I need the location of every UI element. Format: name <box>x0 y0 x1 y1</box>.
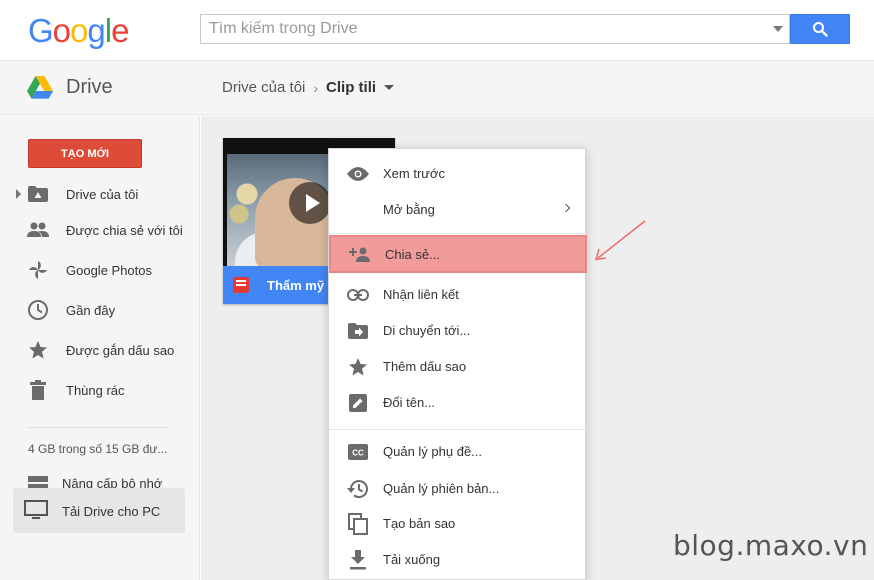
svg-text:CC: CC <box>352 449 364 458</box>
google-logo[interactable]: Google <box>28 12 129 50</box>
pencil-icon <box>347 392 369 414</box>
logo-letter: e <box>111 12 129 49</box>
sidebar-item-my-drive[interactable]: Drive của tôi <box>0 177 200 211</box>
menu-item-label: Tải xuống <box>383 552 441 567</box>
menu-item-rename[interactable]: Đổi tên... <box>329 385 587 421</box>
video-file-icon <box>233 277 249 293</box>
new-button[interactable]: TẠO MỚI <box>28 139 142 168</box>
drive-logo-icon[interactable] <box>27 76 53 104</box>
download-icon <box>347 549 369 571</box>
menu-item-make-copy[interactable]: Tạo bản sao <box>329 506 587 542</box>
breadcrumb-item-root[interactable]: Drive của tôi <box>222 79 305 96</box>
menu-item-label: Di chuyển tới... <box>383 323 471 338</box>
menu-item-manage-versions[interactable]: Quản lý phiên bản... <box>329 471 587 507</box>
sidebar-item-starred[interactable]: Được gắn dấu sao <box>0 333 200 367</box>
file-name: Thẩm mỹ v <box>267 278 335 293</box>
breadcrumb-item-current[interactable]: Clip tili <box>326 79 376 96</box>
sidebar-item-google-photos[interactable]: Google Photos <box>0 253 200 287</box>
storage-usage: 4 GB trong số 15 GB đư... <box>28 442 168 456</box>
menu-item-open-with[interactable]: Mở bằng <box>329 192 587 228</box>
sidebar-item-shared-with-me[interactable]: Được chia sẻ với tôi <box>0 213 200 247</box>
logo-letter: o <box>52 12 71 49</box>
sidebar-item-label: Google Photos <box>66 262 153 278</box>
cc-icon: CC <box>347 441 369 463</box>
search-options-chevron-down-icon[interactable] <box>773 26 783 32</box>
top-bar: Google <box>0 0 874 60</box>
drive-folder-icon <box>27 183 49 205</box>
sidebar-item-label: Drive của tôi <box>66 186 139 202</box>
logo-letter: G <box>28 12 54 49</box>
folder-menu-chevron-down-icon[interactable] <box>384 85 395 90</box>
menu-item-preview[interactable]: Xem trước <box>329 156 587 192</box>
move-folder-icon <box>347 320 369 342</box>
link-icon <box>347 284 369 306</box>
download-drive-label: Tải Drive cho PC <box>62 504 161 519</box>
menu-item-download[interactable]: Tải xuống <box>329 542 587 578</box>
chevron-right-icon: › <box>313 79 319 96</box>
expand-arrow-icon[interactable] <box>16 189 21 199</box>
annotation-arrow-icon <box>594 220 646 261</box>
menu-item-label: Đổi tên... <box>383 395 436 410</box>
sidebar-item-trash[interactable]: Thùng rác <box>0 373 200 407</box>
sidebar-item-label: Thùng rác <box>66 382 125 398</box>
menu-item-get-link[interactable]: Nhận liên kết <box>329 277 587 313</box>
menu-item-share[interactable]: Chia sẻ... <box>329 235 587 273</box>
drive-header: Drive Drive của tôi › Clip tili <box>0 60 874 115</box>
watermark: blog.maxo.vn <box>673 529 869 562</box>
menu-item-label: Tạo bản sao <box>383 516 456 531</box>
monitor-icon <box>24 500 48 519</box>
logo-letter: g <box>87 12 105 49</box>
chevron-right-icon <box>561 203 571 213</box>
context-menu: Xem trước Mở bằng Chia sẻ... Nhận liên k… <box>328 148 587 580</box>
star-icon <box>27 339 49 361</box>
menu-item-manage-captions[interactable]: CC Quản lý phụ đề... <box>329 434 587 470</box>
menu-item-label: Quản lý phụ đề... <box>383 444 483 459</box>
menu-divider <box>329 429 587 430</box>
sidebar: TẠO MỚI Drive của tôi Được chia sẻ với t… <box>0 116 200 580</box>
clock-icon <box>27 299 49 321</box>
photos-pinwheel-icon <box>27 259 49 281</box>
menu-item-label: Mở bằng <box>383 202 435 217</box>
sidebar-item-label: Được chia sẻ với tôi <box>66 222 183 238</box>
menu-item-label: Chia sẻ... <box>385 247 440 262</box>
menu-item-label: Quản lý phiên bản... <box>383 481 500 496</box>
trash-icon <box>27 379 49 401</box>
logo-letter: o <box>70 12 88 49</box>
search-icon <box>813 22 828 37</box>
sidebar-item-label: Được gắn dấu sao <box>66 342 175 358</box>
sidebar-item-label: Gần đây <box>66 302 116 318</box>
menu-item-move-to[interactable]: Di chuyển tới... <box>329 313 587 349</box>
history-icon <box>347 478 369 500</box>
people-icon <box>27 219 49 241</box>
play-icon[interactable] <box>289 182 331 224</box>
menu-item-label: Xem trước <box>383 166 446 181</box>
breadcrumb: Drive của tôi › Clip tili <box>222 79 395 96</box>
menu-item-label: Thêm dấu sao <box>383 359 467 374</box>
menu-item-label: Nhận liên kết <box>383 287 459 302</box>
star-icon <box>347 356 369 378</box>
menu-divider <box>329 233 587 234</box>
menu-item-add-star[interactable]: Thêm dấu sao <box>329 349 587 385</box>
copy-icon <box>347 513 369 535</box>
search-input[interactable] <box>201 15 761 43</box>
divider <box>28 427 168 428</box>
download-drive-for-pc[interactable]: Tải Drive cho PC <box>13 488 185 533</box>
eye-icon <box>347 163 369 185</box>
search-box <box>200 14 790 44</box>
sidebar-item-recent[interactable]: Gần đây <box>0 293 200 327</box>
add-person-icon <box>349 244 371 266</box>
app-title[interactable]: Drive <box>66 76 113 99</box>
search-button[interactable] <box>790 14 850 44</box>
